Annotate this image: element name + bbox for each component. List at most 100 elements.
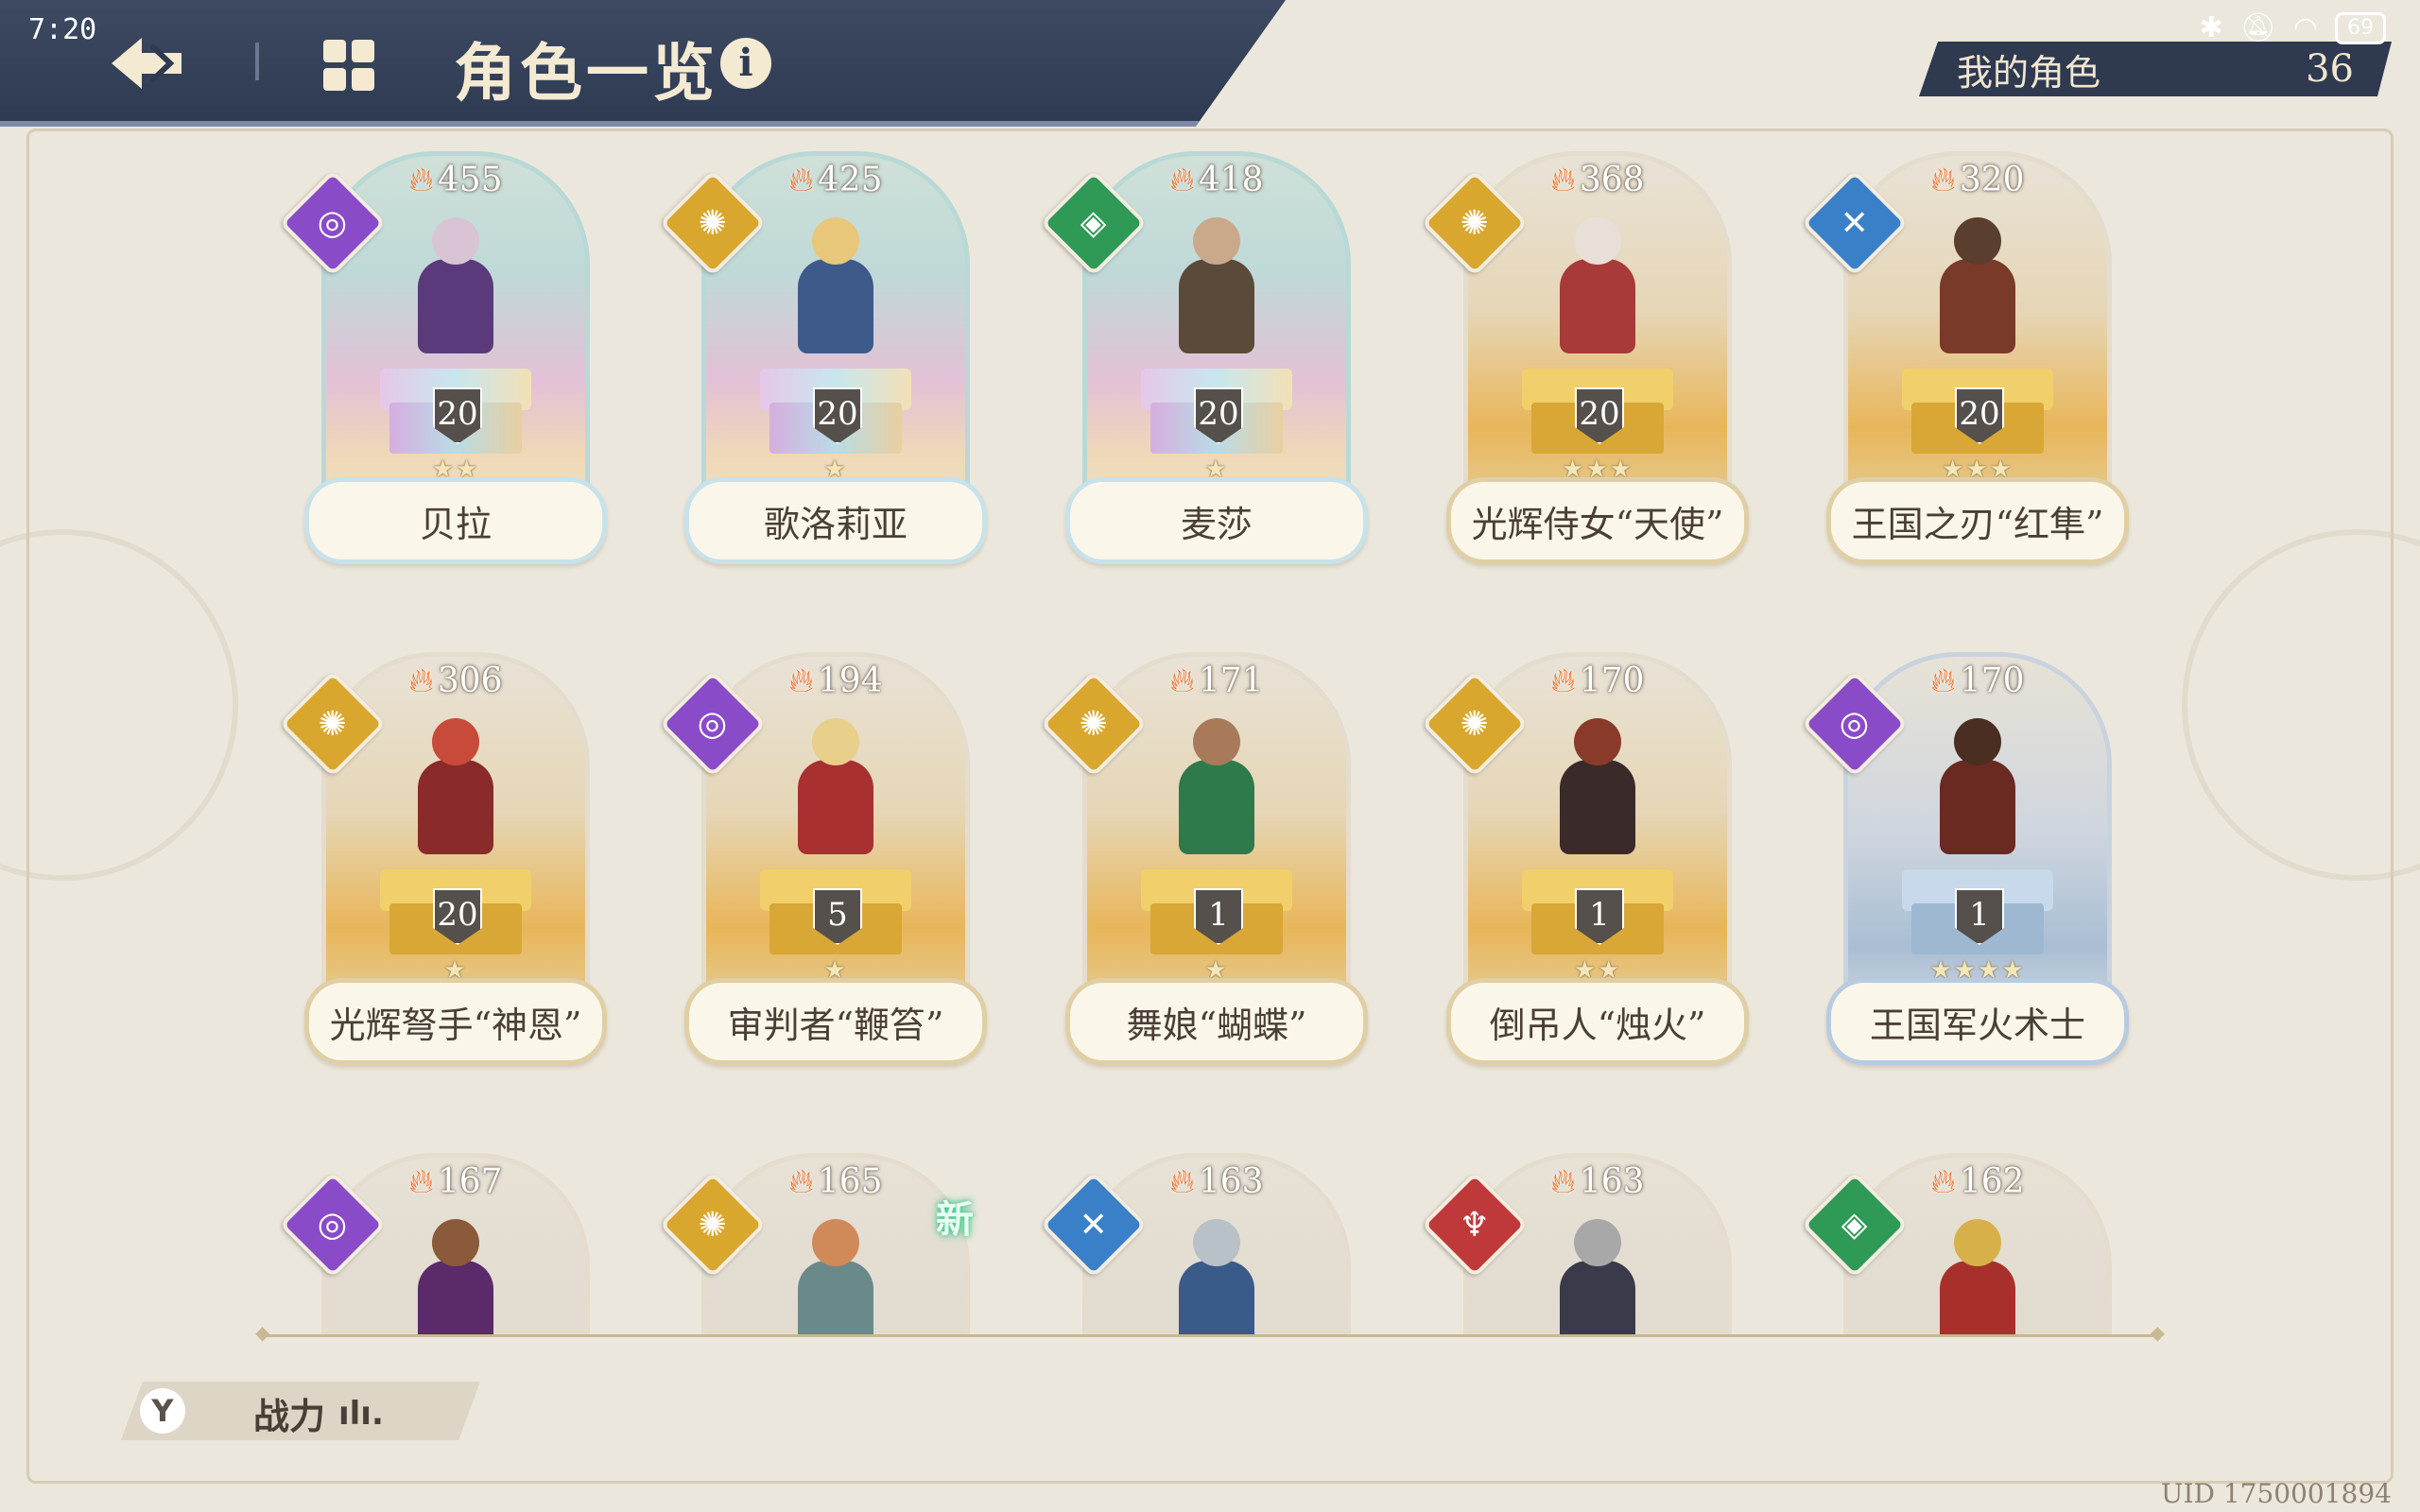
name-plate: 舞娘“蝴蝶” [1065, 978, 1368, 1065]
power-number: 368 [1579, 161, 1645, 199]
pedestal: 20 [380, 869, 531, 954]
flame-icon: 🔥︎ [1930, 1162, 1956, 1201]
uid-text: UID 1750001894 [2160, 1478, 2392, 1509]
menu-button[interactable] [320, 36, 378, 94]
character-portrait [1550, 217, 1645, 359]
pedestal: 20 [1902, 369, 2053, 454]
portrait-head [1954, 718, 2001, 765]
portrait-body [1560, 1261, 1635, 1337]
flame-icon: 🔥︎ [788, 161, 814, 199]
portrait-body [1179, 1261, 1254, 1337]
element-glyph: ✺ [1460, 203, 1490, 243]
info-button[interactable]: i [720, 38, 771, 89]
character-portrait [788, 718, 883, 860]
character-card[interactable]: 🔥︎ 425 ✺ 20 ★ 歌洛莉亚 [659, 151, 987, 576]
element-glyph: ✕ [1079, 1205, 1109, 1245]
character-card[interactable]: 🔥︎ 162 ◈ [1801, 1153, 2129, 1337]
portrait-head [812, 718, 859, 765]
portrait-body [1179, 760, 1254, 854]
portrait-head [1574, 1219, 1621, 1266]
power-number: 171 [1198, 662, 1264, 700]
element-glyph: ✕ [1840, 203, 1870, 243]
battery-indicator: 69 [2335, 11, 2386, 44]
character-card[interactable]: 🔥︎ 163 ✕ [1040, 1153, 1368, 1337]
filter-icon[interactable]: Y [140, 1388, 185, 1434]
character-card[interactable]: 🔥︎ 167 ◎ [279, 1153, 607, 1337]
character-name: 舞娘“蝴蝶” [1126, 1004, 1307, 1046]
sort-order-icon[interactable]: ılı. [338, 1395, 384, 1433]
power-number: 425 [817, 161, 883, 199]
character-card[interactable]: 🔥︎ 418 ◈ 20 ★ 麦莎 [1040, 151, 1368, 576]
character-name: 王国之刃“红隼” [1851, 503, 2104, 545]
character-card[interactable]: 🔥︎ 320 ✕ 20 ★★★ 王国之刃“红隼” [1801, 151, 2129, 576]
element-glyph: ◈ [1080, 203, 1107, 243]
name-plate: 王国军火术士 [1826, 978, 2129, 1065]
name-plate: 王国之刃“红隼” [1826, 477, 2129, 564]
wifi-icon: ◠ [2292, 11, 2318, 44]
portrait-head [1193, 718, 1240, 765]
power-number: 194 [817, 662, 883, 700]
element-glyph: ✺ [1079, 704, 1109, 744]
status-icons: ✱ 🔕︎ ◠ 69 [2200, 11, 2386, 44]
pedestal: 20 [760, 369, 911, 454]
character-portrait [1930, 1219, 2025, 1337]
character-name: 贝拉 [419, 503, 492, 545]
back-arrow-icon [112, 38, 182, 89]
character-card[interactable]: 🔥︎ 171 ✺ 1 ★ 舞娘“蝴蝶” [1040, 652, 1368, 1077]
mute-icon: 🔕︎ [2239, 11, 2276, 44]
character-portrait [408, 217, 503, 359]
name-plate: 审判者“鞭笞” [684, 978, 987, 1065]
pedestal: 20 [1141, 369, 1292, 454]
portrait-body [418, 259, 493, 353]
character-name: 倒吊人“烛火” [1489, 1004, 1706, 1046]
portrait-body [1940, 1261, 2015, 1337]
pedestal: 20 [380, 369, 531, 454]
flame-icon: 🔥︎ [1169, 161, 1195, 199]
character-card[interactable]: 🔥︎ 455 ◎ 20 ★★ 贝拉 [279, 151, 607, 576]
portrait-head [1193, 1219, 1240, 1266]
list-divider [255, 1321, 2165, 1344]
power-number: 170 [1579, 662, 1645, 700]
character-card[interactable]: 🔥︎ 165 ✺ [659, 1153, 987, 1337]
pedestal: 1 [1902, 869, 2053, 954]
character-card[interactable]: 🔥︎ 194 ◎ 5 ★ 审判者“鞭笞” [659, 652, 987, 1077]
flame-icon: 🔥︎ [1930, 161, 1956, 199]
back-button[interactable] [104, 30, 189, 96]
portrait-head [432, 718, 479, 765]
pedestal: 1 [1141, 869, 1292, 954]
character-card[interactable]: 🔥︎ 368 ✺ 20 ★★★ 光辉侍女“天使” [1421, 151, 1749, 576]
pedestal: 1 [1522, 869, 1673, 954]
element-glyph: ✺ [1460, 704, 1490, 744]
character-card[interactable]: 🔥︎ 170 ✺ 1 ★★ 倒吊人“烛火” [1421, 652, 1749, 1077]
flame-icon: 🔥︎ [408, 662, 434, 700]
character-card[interactable]: 🔥︎ 306 ✺ 20 ★ 光辉弩手“神恩” [279, 652, 607, 1077]
name-plate: 歌洛莉亚 [684, 477, 987, 564]
portrait-body [1940, 259, 2015, 353]
element-glyph: ✺ [318, 704, 348, 744]
power-number: 162 [1959, 1162, 2025, 1201]
element-glyph: ✺ [698, 1205, 728, 1245]
character-card[interactable]: 🔥︎ 170 ◎ 1 ★★★★ 王国军火术士 [1801, 652, 2129, 1077]
portrait-head [1954, 1219, 2001, 1266]
pedestal: 5 [760, 869, 911, 954]
character-name: 歌洛莉亚 [763, 503, 908, 545]
page-title: 角色一览 [454, 36, 718, 110]
portrait-head [432, 1219, 479, 1266]
character-card[interactable]: 🔥︎ 163 ♆ [1421, 1153, 1749, 1337]
grid-menu-icon [323, 40, 374, 91]
element-glyph: ◎ [318, 1205, 348, 1245]
name-plate: 光辉侍女“天使” [1446, 477, 1749, 564]
flame-icon: 🔥︎ [1169, 1162, 1195, 1201]
element-glyph: ◎ [1840, 704, 1870, 744]
portrait-head [812, 217, 859, 265]
new-badge: 新 [936, 1198, 974, 1242]
portrait-body [418, 760, 493, 854]
name-plate: 倒吊人“烛火” [1446, 978, 1749, 1065]
portrait-head [1574, 718, 1621, 765]
element-glyph: ◎ [318, 203, 348, 243]
element-glyph: ♆ [1459, 1205, 1491, 1245]
sort-label: 战力 [253, 1396, 326, 1437]
power-number: 163 [1579, 1162, 1645, 1201]
power-number: 320 [1959, 161, 2025, 199]
character-portrait [408, 718, 503, 860]
